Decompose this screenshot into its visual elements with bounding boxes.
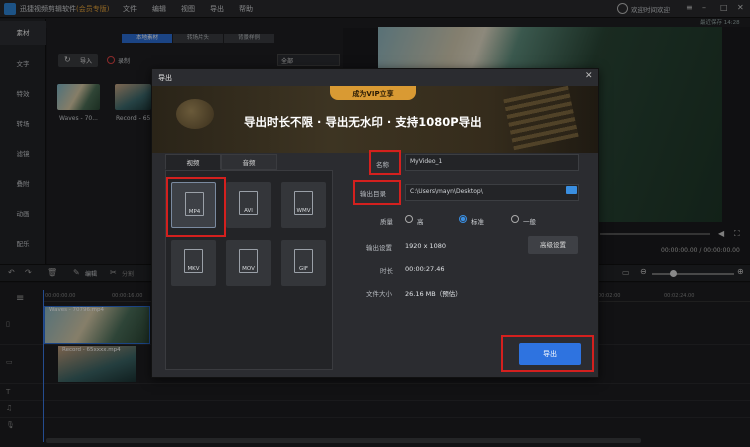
highlight-box xyxy=(369,150,401,175)
file-icon: GIF xyxy=(294,249,313,273)
file-size-value: 26.16 MB（预估） xyxy=(405,290,462,298)
close-icon[interactable]: ✕ xyxy=(585,71,593,81)
quality-high-label[interactable]: 高 xyxy=(417,216,424,226)
name-input[interactable]: MyVideo_1 xyxy=(405,154,579,171)
format-wmv[interactable]: WMV xyxy=(281,182,326,228)
name-input-value: MyVideo_1 xyxy=(410,158,443,165)
format-avi[interactable]: AVI xyxy=(226,182,271,228)
format-label: AVI xyxy=(244,208,253,214)
tab-audio[interactable]: 音频 xyxy=(221,154,277,170)
output-settings-value: 1920 x 1080 xyxy=(405,242,447,250)
duration-value: 00:00:27.46 xyxy=(405,265,445,273)
output-settings-label: 输出设置 xyxy=(366,244,392,252)
camera-icon xyxy=(176,99,214,129)
format-mkv[interactable]: MKV xyxy=(171,240,216,286)
quality-normal-radio[interactable] xyxy=(511,215,519,223)
highlight-box xyxy=(501,335,594,372)
file-icon: WMV xyxy=(294,191,313,215)
tab-video[interactable]: 视频 xyxy=(165,154,221,170)
highlight-box xyxy=(353,180,401,205)
format-mov[interactable]: MOV xyxy=(226,240,271,286)
quality-standard-label[interactable]: 标准 xyxy=(471,216,484,226)
quality-normal-label[interactable]: 一般 xyxy=(523,216,536,226)
quality-label: 质量 xyxy=(380,218,393,226)
format-gif[interactable]: GIF xyxy=(281,240,326,286)
output-dir-input[interactable]: C:\Users\mayn\Desktop\ xyxy=(405,184,579,201)
file-icon: MOV xyxy=(239,249,258,273)
folder-icon[interactable] xyxy=(566,186,577,194)
app-window: 迅捷视频剪辑软件(会员专版) 文件 编辑 视图 导出 帮助 欢迎时间欢迎 ≡ –… xyxy=(0,0,750,447)
file-icon: MKV xyxy=(184,249,203,273)
highlight-box xyxy=(166,177,226,237)
quality-high-radio[interactable] xyxy=(405,215,413,223)
quality-standard-radio[interactable] xyxy=(459,215,467,223)
format-label: MOV xyxy=(242,266,255,272)
vip-pill-text: 成为VIP立享 xyxy=(352,90,394,98)
vip-banner-text: 导出时长不限 · 导出无水印 · 支持1080P导出 xyxy=(244,115,482,129)
format-label: WMV xyxy=(296,208,311,214)
output-dir-value: C:\Users\mayn\Desktop\ xyxy=(410,188,483,195)
duration-label: 时长 xyxy=(380,267,393,275)
advanced-settings-button[interactable]: 高级设置 xyxy=(528,236,578,254)
dialog-title: 导出 xyxy=(158,74,172,82)
format-label: MKV xyxy=(187,266,200,272)
format-label: GIF xyxy=(298,266,309,272)
file-size-label: 文件大小 xyxy=(366,290,392,298)
file-icon: AVI xyxy=(239,191,258,215)
